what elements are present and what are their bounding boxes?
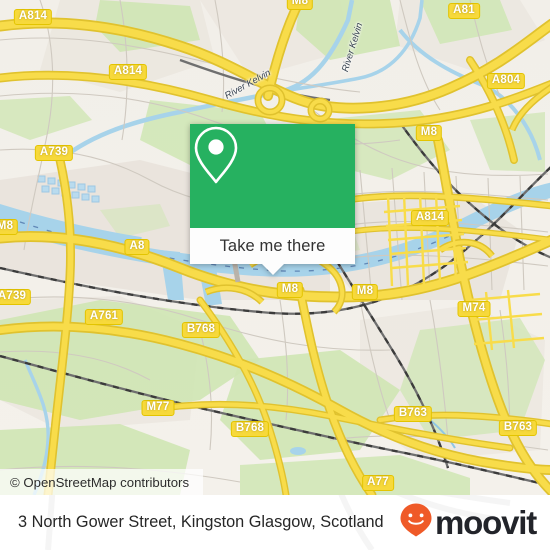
road-shield-b768: B768 xyxy=(230,421,270,437)
road-shield-b768: B768 xyxy=(181,322,221,338)
address-label: 3 North Gower Street, Kingston Glasgow, … xyxy=(18,513,384,531)
road-shield-m8: M8 xyxy=(0,219,19,235)
road-shield-m77: M77 xyxy=(141,400,175,416)
moovit-wordmark: moovit xyxy=(435,503,537,541)
road-shield-a8: A8 xyxy=(124,239,150,255)
road-shield-a761: A761 xyxy=(84,309,124,325)
road-shield-m8: M8 xyxy=(276,282,304,298)
map-screenshot: River Kelvin River Kelvin A814 A814 A81 … xyxy=(0,0,550,550)
map-attribution[interactable]: © OpenStreetMap contributors xyxy=(0,469,204,495)
road-shield-b763: B763 xyxy=(498,420,538,436)
map-canvas[interactable]: River Kelvin River Kelvin A814 A814 A81 … xyxy=(0,0,550,495)
callout-tail xyxy=(261,264,284,275)
road-shield-m8: M8 xyxy=(286,0,314,10)
moovit-brand[interactable]: moovit xyxy=(399,502,537,543)
road-shield-a77: A77 xyxy=(362,475,394,491)
road-shield-a814: A814 xyxy=(13,9,53,25)
road-shield-b763: B763 xyxy=(393,406,433,422)
road-shield-a814: A814 xyxy=(410,210,450,226)
take-me-there-label: Take me there xyxy=(219,236,326,255)
road-shield-m8: M8 xyxy=(415,125,443,141)
card-icon-area xyxy=(190,124,355,228)
road-shield-a81: A81 xyxy=(448,3,480,19)
card-action-area[interactable]: Take me there xyxy=(190,228,355,275)
road-shield-m8: M8 xyxy=(351,284,379,300)
road-shield-a814: A814 xyxy=(108,64,148,80)
moovit-pin-smile-icon xyxy=(399,502,433,543)
footer-bar: 3 North Gower Street, Kingston Glasgow, … xyxy=(0,495,550,550)
road-shield-a739: A739 xyxy=(0,289,32,305)
road-shield-a739: A739 xyxy=(34,145,74,161)
road-shield-m74: M74 xyxy=(457,301,491,317)
attribution-text: © OpenStreetMap contributors xyxy=(10,474,190,490)
road-shield-a804: A804 xyxy=(486,73,526,89)
location-callout-card[interactable]: Take me there xyxy=(190,124,355,275)
